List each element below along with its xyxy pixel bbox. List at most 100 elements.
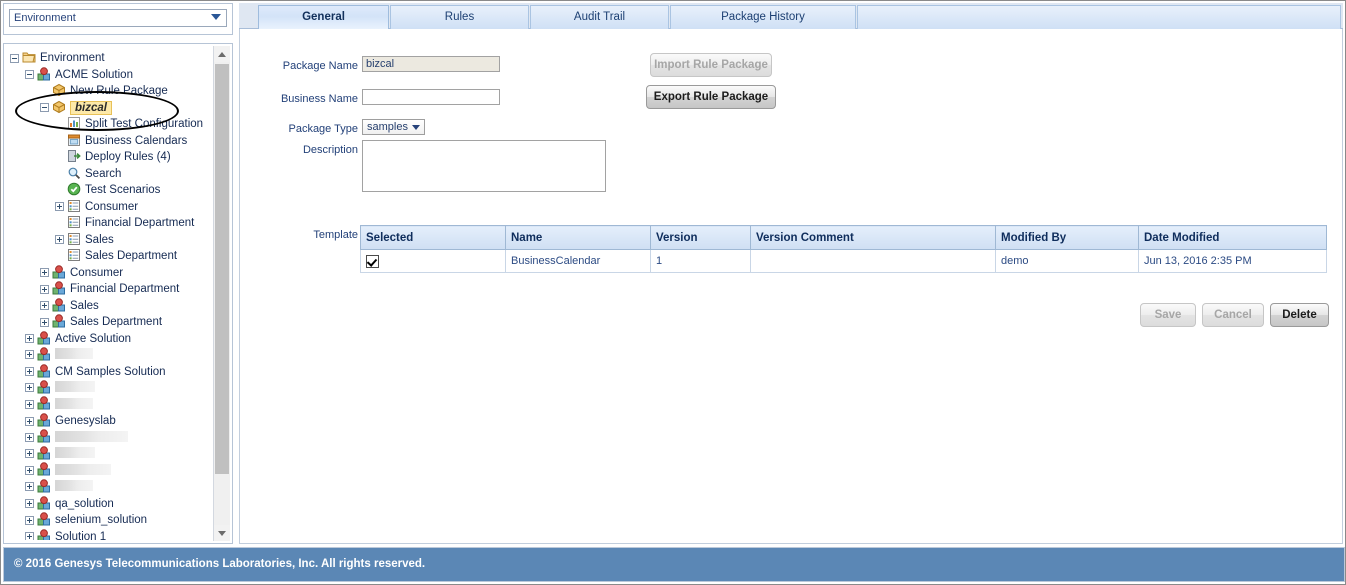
scrollbar-thumb[interactable]	[215, 64, 229, 474]
expand-icon[interactable]	[40, 268, 49, 278]
table-row[interactable]: BusinessCalendar 1 demo Jun 13, 2016 2:35 P…	[360, 249, 1327, 273]
tab-rules[interactable]: Rules	[390, 5, 529, 29]
expand-icon[interactable]	[40, 301, 49, 311]
tree-node[interactable]: Environment	[4, 50, 210, 67]
description-label: Description	[302, 144, 358, 156]
expand-icon[interactable]	[25, 416, 34, 426]
calendar-icon	[67, 133, 81, 147]
tree-node[interactable]: Genesyslab	[4, 413, 210, 430]
column-header-version-comment[interactable]: Version Comment	[750, 225, 996, 250]
expand-icon[interactable]	[25, 482, 34, 492]
expand-icon[interactable]	[25, 499, 34, 509]
tree-node[interactable]: Sales Department	[4, 248, 210, 265]
expand-icon[interactable]	[25, 532, 34, 540]
tree-node[interactable]: New Rule Package	[4, 83, 210, 100]
tree-node[interactable]	[4, 429, 210, 447]
collapse-icon[interactable]	[40, 103, 49, 113]
tree-node[interactable]	[4, 479, 210, 496]
tree-node[interactable]	[4, 396, 210, 414]
column-header-name[interactable]: Name	[505, 225, 651, 250]
chevron-down-icon	[411, 125, 420, 130]
column-header-selected[interactable]: Selected	[360, 225, 506, 250]
tree-scrollbar[interactable]	[213, 46, 230, 541]
delete-button[interactable]: Delete	[1270, 303, 1329, 327]
solution-icon	[37, 429, 51, 443]
tree-node[interactable]: Business Calendars	[4, 133, 210, 150]
export-rule-package-button[interactable]: Export Rule Package	[646, 85, 776, 109]
expand-icon[interactable]	[55, 202, 64, 212]
tab-package-history[interactable]: Package History	[670, 5, 856, 29]
solution-icon	[37, 380, 51, 394]
cell-selected[interactable]	[360, 249, 506, 273]
tree-node-label: Sales	[70, 299, 99, 312]
column-header-version[interactable]: Version	[650, 225, 751, 250]
tree-node[interactable]: selenium_solution	[4, 512, 210, 529]
solution-icon	[37, 67, 51, 81]
tree-node[interactable]	[4, 380, 210, 397]
tree-node[interactable]: ACME Solution	[4, 67, 210, 84]
environment-select-value: Environment	[14, 12, 76, 24]
expand-icon[interactable]	[25, 432, 34, 442]
expand-icon[interactable]	[40, 284, 49, 294]
collapse-icon[interactable]	[10, 53, 19, 63]
tree-node[interactable]	[4, 446, 210, 463]
row-checkbox[interactable]	[366, 254, 379, 268]
expand-icon[interactable]	[55, 235, 64, 245]
ruleset-icon	[67, 215, 81, 229]
tree-node[interactable]: bizcal	[4, 100, 210, 117]
tree-node-label: Business Calendars	[85, 134, 188, 147]
expand-icon[interactable]	[25, 350, 34, 360]
tree-node[interactable]	[4, 462, 210, 480]
solution-icon	[52, 265, 66, 279]
save-button[interactable]: Save	[1140, 303, 1196, 327]
tree-node-label: Split Test Configuration	[85, 118, 204, 130]
scroll-down-arrow-icon[interactable]	[214, 525, 230, 541]
solution-tree[interactable]: Environment ACME Solution New Rule Package…	[4, 50, 210, 540]
tree-node[interactable]: CM Samples Solution	[4, 364, 210, 381]
tree-node[interactable]: Consumer	[4, 199, 210, 216]
import-rule-package-button[interactable]: Import Rule Package	[650, 53, 772, 77]
tree-node[interactable]: Solution 1	[4, 529, 210, 540]
column-header-modified-by[interactable]: Modified By	[995, 225, 1139, 250]
expand-icon[interactable]	[25, 334, 34, 344]
cancel-button[interactable]: Cancel	[1202, 303, 1264, 327]
details-panel: General Rules Audit Trail Package History P…	[239, 3, 1343, 544]
tree-node[interactable]: Sales Department	[4, 314, 210, 331]
tree-node[interactable]: Financial Department	[4, 215, 210, 232]
tree-node[interactable]: Split Test Configuration	[4, 116, 210, 133]
tree-node-label: qa_solution	[55, 497, 114, 510]
check-circle-icon	[67, 182, 81, 196]
expand-icon[interactable]	[25, 515, 34, 525]
package-type-select[interactable]: samples	[362, 119, 425, 135]
tree-node-label-redacted	[55, 381, 95, 393]
expand-icon[interactable]	[25, 449, 34, 459]
tree-node-label: Financial Department	[70, 283, 180, 295]
tree-node[interactable]: Search	[4, 166, 210, 183]
description-textarea[interactable]	[362, 140, 606, 192]
package-name-input[interactable]	[362, 56, 500, 72]
tree-node[interactable]: Active Solution	[4, 331, 210, 348]
tab-general[interactable]: General	[258, 5, 389, 29]
expand-icon[interactable]	[25, 383, 34, 393]
tree-node[interactable]: Sales	[4, 232, 210, 249]
tree-node[interactable]: qa_solution	[4, 496, 210, 513]
solution-icon	[52, 314, 66, 328]
tab-audit-trail[interactable]: Audit Trail	[530, 5, 669, 29]
business-name-input[interactable]	[362, 89, 500, 105]
tree-node[interactable]	[4, 347, 210, 364]
solution-icon	[37, 364, 51, 378]
column-header-date-modified[interactable]: Date Modified	[1138, 225, 1327, 250]
expand-icon[interactable]	[40, 317, 49, 327]
tree-node[interactable]: Deploy Rules (4)	[4, 149, 210, 166]
expand-icon[interactable]	[25, 465, 34, 475]
tree-node-label-redacted	[55, 463, 111, 475]
collapse-icon[interactable]	[25, 70, 34, 80]
expand-icon[interactable]	[25, 367, 34, 377]
tree-node[interactable]: Test Scenarios	[4, 182, 210, 199]
tree-node[interactable]: Sales	[4, 298, 210, 315]
expand-icon[interactable]	[25, 399, 34, 409]
environment-select[interactable]: Environment	[9, 9, 227, 27]
tree-node[interactable]: Consumer	[4, 265, 210, 282]
tree-node[interactable]: Financial Department	[4, 281, 210, 298]
scroll-up-arrow-icon[interactable]	[214, 46, 230, 62]
